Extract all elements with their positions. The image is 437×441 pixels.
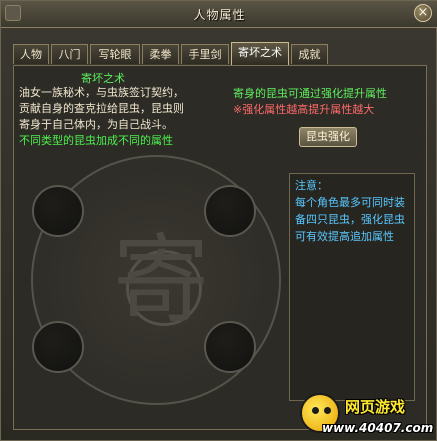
tab-character[interactable]: 人物	[13, 44, 49, 64]
insect-slot-3[interactable]	[32, 321, 84, 373]
character-attributes-window: 人物属性 × 人物 八门 写轮眼 柔拳 手里剑 寄坏之术 成就 寄坏之术 油女一…	[0, 0, 437, 441]
tab-sharingan[interactable]: 写轮眼	[90, 44, 140, 64]
insect-strengthen-button[interactable]: 昆虫强化	[299, 127, 357, 147]
description-line: 贡献自身的查克拉给昆虫，昆虫则	[19, 102, 184, 115]
skill-title: 寄坏之术	[81, 72, 125, 85]
tab-achievements[interactable]: 成就	[291, 44, 328, 64]
seal-emblem: 寄	[113, 224, 209, 336]
window-title: 人物属性	[193, 8, 246, 22]
note-line: 备四只昆虫，强化昆虫	[295, 213, 405, 226]
description-line: 寄身于自己体内，为自己战斗。	[19, 118, 173, 131]
tab-eight-gates[interactable]: 八门	[51, 44, 88, 64]
strengthen-info: 寄身的昆虫可通过强化提升属性	[233, 87, 387, 100]
insect-slot-2[interactable]	[204, 185, 256, 237]
watermark-logo-icon: 网页游戏 www.40407.com	[300, 393, 437, 441]
note-panel: 注意： 每个角色最多可同时装 备四只昆虫，强化昆虫 可有效提高追加属性	[289, 173, 415, 401]
note-line: 每个角色最多可同时装	[295, 196, 405, 209]
watermark-url: www.40407.com	[322, 421, 434, 435]
tab-gentle-fist[interactable]: 柔拳	[142, 44, 179, 64]
description-line: 油女一族秘术，与虫族签订契约，	[19, 86, 184, 99]
note-line: 可有效提高追加属性	[295, 230, 394, 243]
insect-slot-circle: 寄	[31, 155, 281, 405]
skill-description: 油女一族秘术，与虫族签订契约， 贡献自身的查克拉给昆虫，昆虫则 寄身于自己体内，…	[19, 85, 224, 149]
insect-slot-1[interactable]	[32, 185, 84, 237]
insect-slot-4[interactable]	[204, 321, 256, 373]
tab-shuriken[interactable]: 手里剑	[181, 44, 229, 64]
close-icon[interactable]: ×	[414, 4, 432, 22]
title-bar[interactable]: 人物属性 ×	[1, 1, 437, 28]
description-bonus-line: 不同类型的昆虫加成不同的属性	[19, 134, 173, 147]
watermark-text: 网页游戏	[345, 398, 406, 416]
strengthen-warning: ※强化属性越高提升属性越大	[233, 103, 375, 116]
note-title: 注意：	[295, 179, 328, 192]
tab-parasite-technique[interactable]: 寄坏之术	[231, 42, 289, 65]
